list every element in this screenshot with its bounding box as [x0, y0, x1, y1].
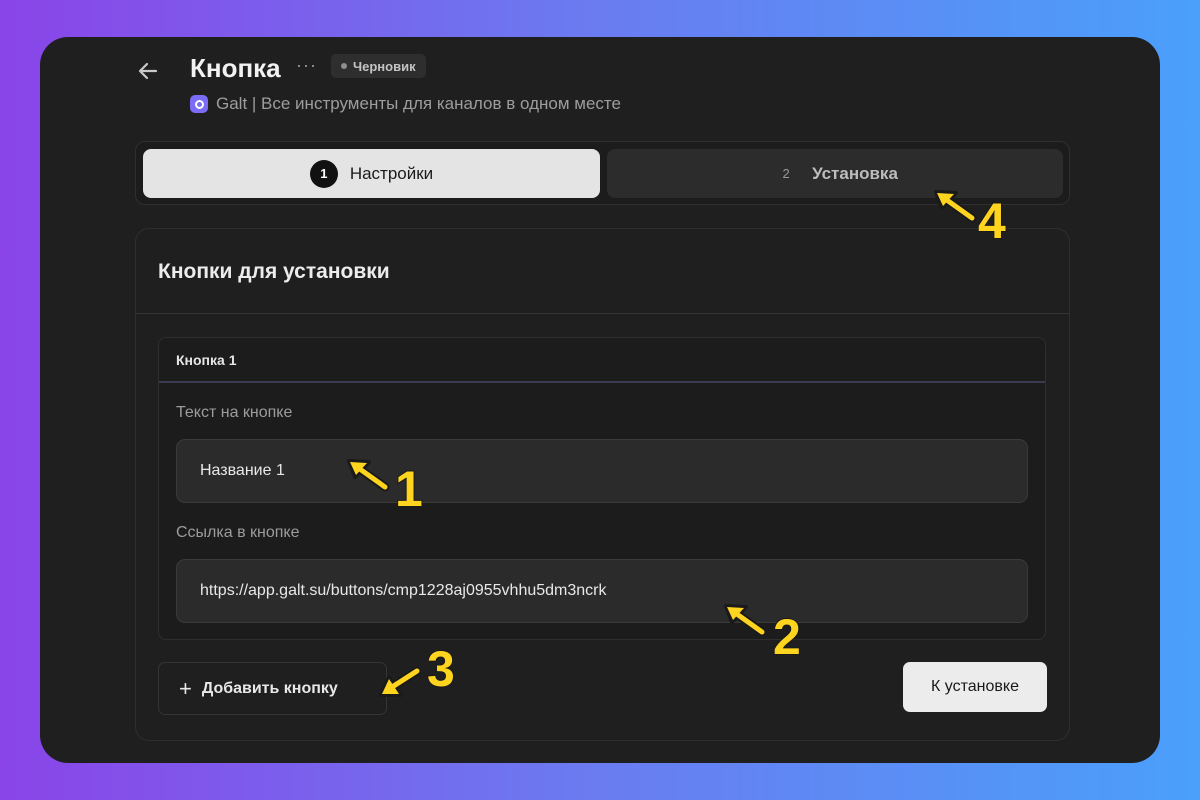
channel-name: Galt | Все инструменты для каналов в одн…	[216, 94, 621, 113]
status-dot-icon	[341, 63, 347, 69]
plus-icon: +	[179, 675, 192, 701]
channel-logo-icon	[190, 95, 208, 113]
page-title: Кнопка	[190, 53, 281, 83]
button-link-input[interactable]	[176, 559, 1028, 623]
annotation-number: 4	[977, 192, 1007, 250]
buttons-card: Кнопки для установки Кнопка 1 Текст на к…	[135, 228, 1070, 741]
to-installation-button[interactable]: К установке	[903, 662, 1047, 712]
button-text-label: Текст на кнопке	[176, 404, 293, 421]
add-button-label: Добавить кнопку	[201, 679, 338, 697]
step-label: Настройки	[349, 163, 434, 183]
annotation-number: 3	[426, 640, 456, 698]
step-number: 2	[782, 166, 790, 181]
annotation-arrow-icon	[934, 190, 977, 223]
divider	[136, 313, 1069, 314]
tab-settings[interactable]: 1 Настройки	[143, 149, 600, 198]
status-badge-label: Черновик	[353, 58, 416, 74]
button-block: Кнопка 1 Текст на кнопке Ссылка в кнопке	[158, 337, 1046, 640]
annotation-number: 1	[394, 460, 424, 518]
arrow-left-icon[interactable]	[136, 59, 160, 83]
more-options-icon[interactable]: ···	[296, 55, 317, 76]
add-button-button[interactable]: + Добавить кнопку	[158, 662, 387, 715]
card-title: Кнопки для установки	[158, 260, 390, 283]
channel-info: Galt | Все инструменты для каналов в одн…	[190, 94, 621, 114]
annotation-arrow-icon	[347, 459, 390, 492]
step-number: 1	[309, 159, 338, 188]
annotation-arrow-icon	[379, 666, 422, 697]
app-window: Кнопка ··· Черновик Galt | Все инструмен…	[40, 37, 1160, 763]
button-block-header: Кнопка 1	[159, 338, 1045, 383]
tab-installation[interactable]: 2 Установка	[607, 149, 1063, 198]
annotation-number: 2	[772, 608, 802, 666]
button-link-label: Ссылка в кнопке	[176, 524, 300, 541]
step-label: Установка	[812, 163, 898, 183]
annotation-arrow-icon	[724, 604, 767, 637]
button-text-input[interactable]	[176, 439, 1028, 503]
stepper: 1 Настройки 2 Установка	[135, 141, 1070, 205]
status-badge: Черновик	[331, 54, 426, 78]
